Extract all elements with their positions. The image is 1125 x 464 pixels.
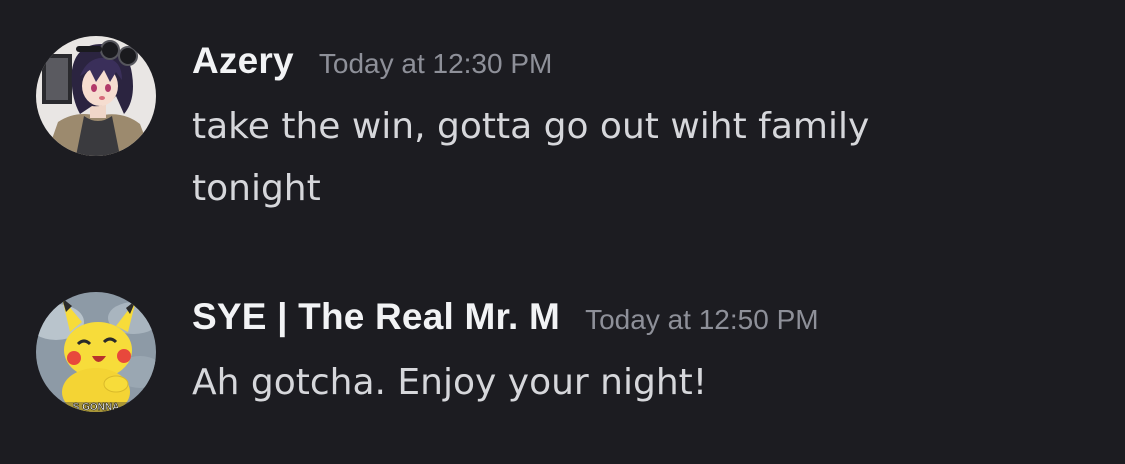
avatar-caption-text: S GONNA [73, 402, 120, 412]
username[interactable]: Azery [192, 40, 294, 81]
timestamp: Today at 12:50 PM [585, 304, 819, 335]
user-avatar[interactable] [36, 36, 156, 156]
message-content: Ah gotcha. Enjoy your night! [192, 362, 708, 403]
pikachu-avatar-icon: S GONNA [36, 292, 156, 412]
message-content: take the win, gotta go out wiht family t… [192, 106, 870, 209]
timestamp: Today at 12:30 PM [318, 48, 553, 79]
anime-character-avatar-icon [36, 36, 156, 156]
message-header: SYE | The Real Mr. M Today at 12:50 PM [192, 296, 819, 338]
user-avatar[interactable]: S GONNA [36, 292, 156, 412]
message-header: Azery Today at 12:30 PM [192, 40, 552, 82]
username[interactable]: SYE | The Real Mr. M [192, 296, 560, 337]
